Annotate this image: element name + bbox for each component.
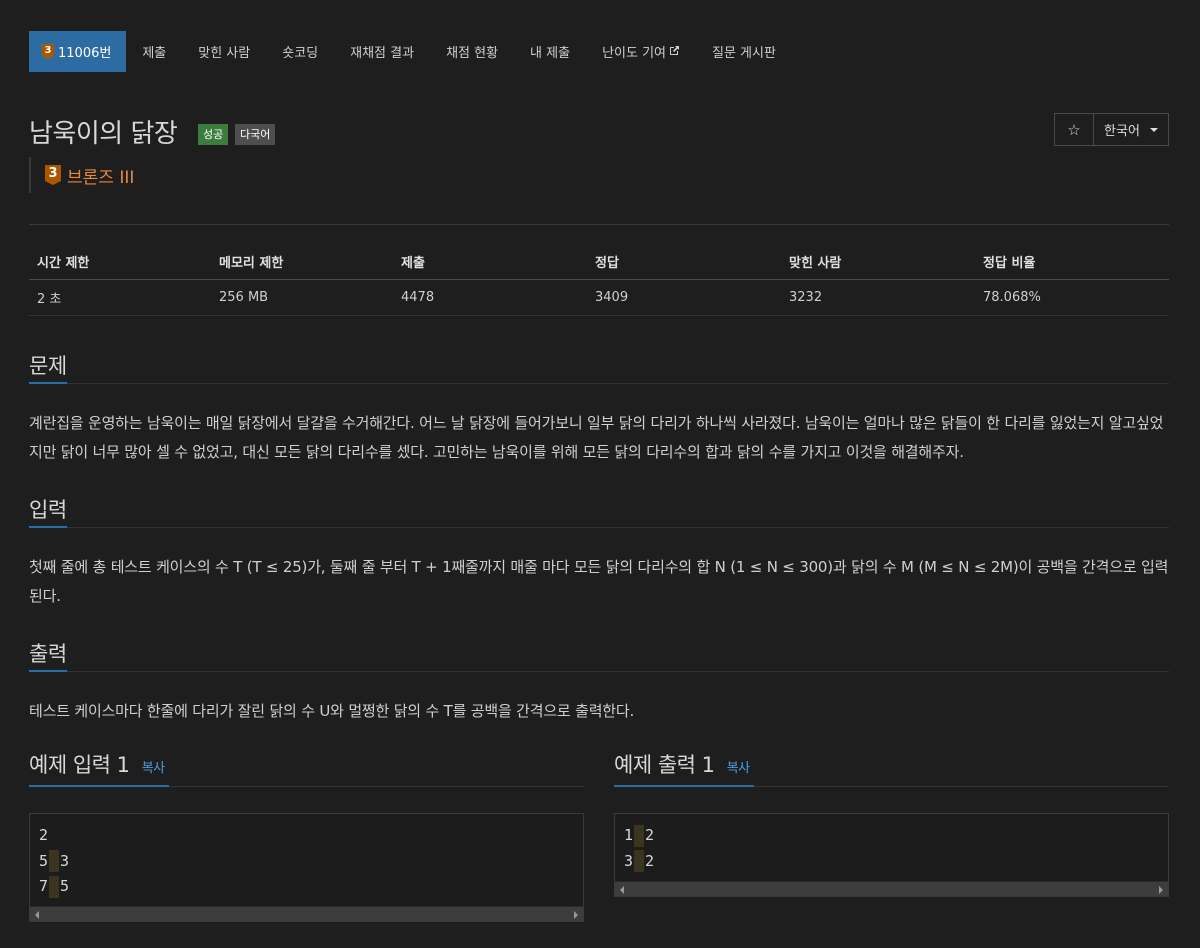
scroll-left-icon[interactable] xyxy=(620,886,624,894)
stats-header: 정답 비율 xyxy=(975,245,1169,280)
horizontal-scrollbar[interactable] xyxy=(615,881,1168,896)
sample-output-title: 예제 출력 1 xyxy=(614,753,715,777)
favorite-star-button[interactable]: ☆ xyxy=(1054,113,1094,146)
sample-line: 32 xyxy=(624,849,1159,875)
language-dropdown[interactable]: 한국어 xyxy=(1094,113,1169,146)
solved-users-count: 3232 xyxy=(781,279,975,316)
sample-input-heading: 예제 입력 1 복사 xyxy=(29,749,169,787)
bronze-tier-icon: 3 xyxy=(42,44,54,59)
stats-header: 정답 xyxy=(587,245,781,280)
output-section-header: 출력 xyxy=(29,638,1169,672)
stats-header: 시간 제한 xyxy=(29,245,211,280)
sample-output-header: 예제 출력 1 복사 xyxy=(614,749,1169,787)
accepted-count: 3409 xyxy=(587,279,781,316)
sample-input-content: 2 53 75 xyxy=(30,814,583,906)
tab-solved-users[interactable]: 맞힌 사람 xyxy=(182,31,266,72)
tab-difficulty-contribution[interactable]: 난이도 기여 xyxy=(586,31,696,72)
problem-title: 남욱이의 닭장 xyxy=(29,119,178,149)
input-section-header: 입력 xyxy=(29,494,1169,528)
sample-output-heading: 예제 출력 1 복사 xyxy=(614,749,754,787)
external-link-icon xyxy=(669,45,680,59)
time-limit: 2 초 xyxy=(29,279,211,316)
description-text: 계란집을 운영하는 남욱이는 매일 닭장에서 달걀을 수거해간다. 어느 날 닭… xyxy=(29,414,1164,461)
memory-limit: 256 MB xyxy=(211,279,393,316)
input-heading: 입력 xyxy=(29,494,67,528)
horizontal-scrollbar[interactable] xyxy=(30,905,583,921)
sample-output-content: 12 32 xyxy=(615,814,1168,881)
header-button-group: ☆ 한국어 xyxy=(1054,113,1169,146)
problem-nav-tabs: 3 11006번 제출 맞힌 사람 숏코딩 재채점 결과 채점 현황 내 제출 … xyxy=(29,31,1169,72)
success-badge: 성공 xyxy=(198,124,229,145)
tab-submit[interactable]: 제출 xyxy=(126,31,182,72)
stats-row: 2 초 256 MB 4478 3409 3232 78.068% xyxy=(29,279,1169,316)
space-marker xyxy=(49,875,60,898)
description-section-header: 문제 xyxy=(29,350,1169,384)
caret-down-icon xyxy=(1149,127,1158,132)
space-marker xyxy=(634,850,645,872)
sample-input-box[interactable]: 2 53 75 xyxy=(29,813,584,922)
submission-count: 4478 xyxy=(393,279,587,316)
accepted-ratio: 78.068% xyxy=(975,279,1169,316)
scroll-left-icon[interactable] xyxy=(35,910,39,919)
tab-problem-label: 11006번 xyxy=(58,46,112,61)
sample-line: 12 xyxy=(624,823,1159,849)
problem-header: 남욱이의 닭장 성공 다국어 ☆ 한국어 xyxy=(29,113,1169,153)
copy-sample-output-button[interactable]: 복사 xyxy=(727,761,750,776)
tab-rejudge-results[interactable]: 재채점 결과 xyxy=(334,31,430,72)
tier-name[interactable]: 브론즈 III xyxy=(67,163,134,188)
tab-my-submissions[interactable]: 내 제출 xyxy=(514,31,586,72)
tab-problem[interactable]: 3 11006번 xyxy=(29,31,127,72)
problem-stats-table: 시간 제한 메모리 제한 제출 정답 맞힌 사람 정답 비율 2 초 256 M… xyxy=(29,245,1169,316)
multilang-badge: 다국어 xyxy=(235,124,276,145)
stats-header-row: 시간 제한 메모리 제한 제출 정답 맞힌 사람 정답 비율 xyxy=(29,245,1169,280)
output-heading: 출력 xyxy=(29,638,67,672)
sample-line: 2 xyxy=(39,826,49,844)
sample-input-header: 예제 입력 1 복사 xyxy=(29,749,584,787)
bronze-tier-icon: 3 xyxy=(45,165,61,185)
problem-page: 3 11006번 제출 맞힌 사람 숏코딩 재채점 결과 채점 현황 내 제출 … xyxy=(29,31,1169,922)
stats-header: 맞힌 사람 xyxy=(781,245,975,280)
sample-line: 53 xyxy=(39,849,574,875)
sample-input-title: 예제 입력 1 xyxy=(29,753,130,777)
space-marker xyxy=(49,850,60,872)
output-text: 테스트 케이스마다 한줄에 다리가 잘린 닭의 수 U와 멀쩡한 닭의 수 T를… xyxy=(29,702,635,720)
stats-header: 메모리 제한 xyxy=(211,245,393,280)
scroll-right-icon[interactable] xyxy=(574,910,578,919)
space-marker xyxy=(634,824,645,847)
tab-judge-status[interactable]: 채점 현황 xyxy=(430,31,514,72)
tab-question-board[interactable]: 질문 게시판 xyxy=(696,31,792,72)
tab-difficulty-label: 난이도 기여 xyxy=(602,46,666,61)
language-label: 한국어 xyxy=(1104,124,1140,139)
input-text: 첫째 줄에 총 테스트 케이스의 수 T (T ≤ 25)가, 둘째 줄 부터 … xyxy=(29,558,1169,605)
copy-sample-input-button[interactable]: 복사 xyxy=(142,761,165,776)
tier-indicator: 3 브론즈 III xyxy=(29,157,134,193)
star-icon: ☆ xyxy=(1067,120,1081,139)
sample-line: 75 xyxy=(39,874,574,900)
sample-output-box[interactable]: 12 32 xyxy=(614,813,1169,897)
stats-header: 제출 xyxy=(393,245,587,280)
scroll-right-icon[interactable] xyxy=(1159,886,1163,894)
description-heading: 문제 xyxy=(29,350,67,384)
tab-short-coding[interactable]: 숏코딩 xyxy=(266,31,334,72)
divider xyxy=(29,224,1169,225)
